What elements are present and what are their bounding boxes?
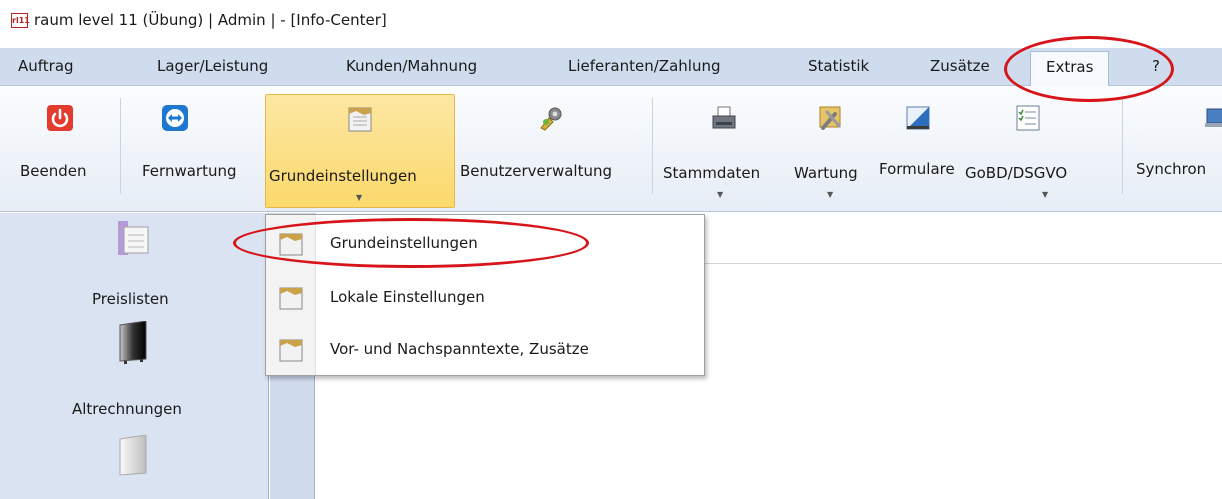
dropdown-item-vor-nachspanntexte[interactable]: Vor- und Nachspanntexte, Zusätze [266,325,704,375]
gobd-dsgvo-label: GoBD/DSGVO [965,164,1068,182]
printer-icon [712,106,736,129]
fernwartung-button[interactable]: Fernwartung [130,86,260,208]
app-logo-icon: rl11 [11,12,30,28]
menu-kunden-mahnung[interactable]: Kunden/Mahnung [346,57,477,75]
menu-statistik[interactable]: Statistik [808,57,869,75]
menu-auftrag[interactable]: Auftrag [18,57,74,75]
benutzerverwaltung-button[interactable]: Benutzerverwaltung [457,86,647,208]
window-title: raum level 11 (Übung) | Admin | - [Info-… [34,11,387,29]
nav-item-altrechnungen[interactable]: Altrechnungen [72,400,182,418]
benutzerverwaltung-label: Benutzerverwaltung [460,162,612,180]
menu-zusaetze[interactable]: Zusätze [930,57,990,75]
form-ruler-icon [906,106,930,130]
menu-extras[interactable]: Extras [1030,51,1110,87]
grundeinstellungen-label: Grundeinstellungen [269,167,417,185]
app-window: rl11 raum level 11 (Übung) | Admin | - [… [0,0,1222,499]
menu-help[interactable]: ? [1152,57,1160,75]
dropdown-item-label: Grundeinstellungen [330,234,478,252]
menu-bar: Auftrag Lager/Leistung Kunden/Mahnung Li… [0,48,1222,87]
ribbon-separator [1122,98,1123,194]
price-list-icon[interactable] [116,221,150,255]
wartung-button[interactable]: Wartung ▼ [790,86,876,208]
ribbon-toolbar: Beenden Fernwartung Grundeinstellungen ▼ [0,86,1222,212]
tools-icon [819,106,841,130]
power-icon [47,105,73,131]
dropdown-item-grundeinstellungen[interactable]: Grundeinstellungen [266,219,704,269]
synchron-button[interactable]: Synchron [1130,86,1222,208]
teamviewer-icon [162,105,188,131]
settings-sheet-icon [279,287,303,310]
beenden-button[interactable]: Beenden [10,86,110,208]
archive-box-icon[interactable] [116,321,150,365]
ribbon-separator [652,98,653,194]
settings-sheet-icon [279,233,303,256]
menu-lager-leistung[interactable]: Lager/Leistung [157,57,268,75]
gobd-dsgvo-button[interactable]: GoBD/DSGVO ▼ [962,86,1112,208]
chevron-down-icon: ▼ [717,190,724,199]
dropdown-item-label: Vor- und Nachspanntexte, Zusätze [330,340,589,358]
chevron-down-icon: ▼ [356,193,363,202]
stammdaten-button[interactable]: Stammdaten ▼ [660,86,790,208]
menu-lieferanten-zahlung[interactable]: Lieferanten/Zahlung [568,57,720,75]
title-bar: rl11 raum level 11 (Übung) | Admin | - [… [0,0,1222,40]
archive-box-icon[interactable] [116,435,150,479]
dropdown-item-label: Lokale Einstellungen [330,288,485,306]
formulare-label: Formulare [879,160,955,178]
grundeinstellungen-button[interactable]: Grundeinstellungen ▼ [265,94,455,208]
stammdaten-label: Stammdaten [663,164,761,182]
grundeinstellungen-dropdown: Grundeinstellungen Lokale Einstellungen … [265,214,705,376]
wartung-label: Wartung [794,164,858,182]
laptop-icon [1205,108,1222,127]
chevron-down-icon: ▼ [827,190,834,199]
settings-sheet-icon [348,107,372,132]
users-gear-icon [540,107,562,131]
beenden-label: Beenden [20,162,87,180]
left-nav-panel: Preislisten Altrechnungen [0,213,269,499]
settings-sheet-icon [279,339,303,362]
ribbon-separator [120,98,121,194]
synchron-label: Synchron [1136,160,1207,178]
checklist-icon [1016,105,1040,131]
fernwartung-label: Fernwartung [142,162,237,180]
nav-item-preislisten[interactable]: Preislisten [92,290,169,308]
dropdown-item-lokale-einstellungen[interactable]: Lokale Einstellungen [266,273,704,323]
chevron-down-icon: ▼ [1042,190,1049,199]
formulare-button[interactable]: Formulare [876,86,961,208]
